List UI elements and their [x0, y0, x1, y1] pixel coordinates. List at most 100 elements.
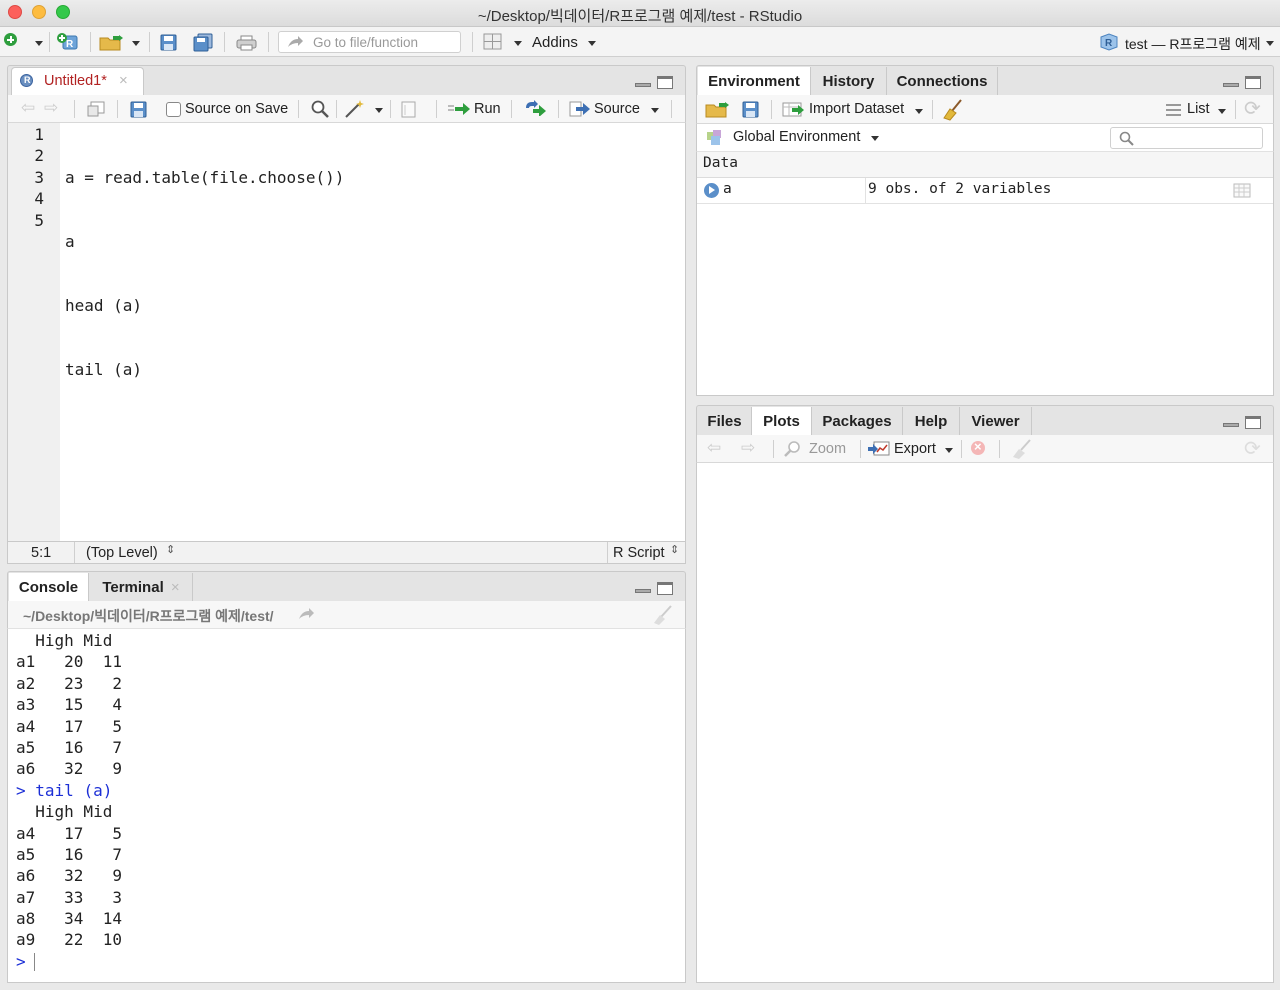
minimize-pane-icon[interactable]: [635, 83, 651, 87]
env-search-input[interactable]: [1110, 127, 1263, 149]
console-output-line: a5 16 7: [16, 844, 122, 864]
rerun-icon[interactable]: [524, 100, 548, 117]
env-scope-bar: Global Environment: [696, 124, 1274, 152]
tab-packages[interactable]: Packages: [812, 407, 903, 435]
text-cursor: [33, 953, 35, 972]
console-lines: High Mid a1 20 11 a2 23 2 a3 15 4 a4 17 5 a5 …: [16, 630, 122, 972]
tab-connections-label: Connections: [896, 73, 988, 90]
minimize-console-icon[interactable]: [635, 589, 651, 593]
source-arrow-icon[interactable]: [569, 101, 591, 117]
minimize-files-icon[interactable]: [1223, 423, 1239, 427]
expand-row-icon[interactable]: [704, 183, 719, 198]
console-command-text: tail (a): [35, 780, 113, 800]
new-file-dropdown-icon[interactable]: [35, 41, 43, 46]
addins-dropdown-icon[interactable]: [588, 41, 596, 46]
new-project-icon[interactable]: R: [57, 33, 78, 50]
maximize-pane-icon[interactable]: [657, 76, 673, 89]
console-input-line[interactable]: >: [16, 951, 122, 972]
minimize-env-icon[interactable]: [1223, 83, 1239, 87]
goto-file-input[interactable]: Go to file/function: [278, 31, 461, 53]
import-dataset-icon[interactable]: [782, 102, 806, 117]
tab-terminal[interactable]: Terminal ×: [90, 573, 193, 601]
show-in-window-icon[interactable]: [87, 101, 105, 117]
env-table: Data a 9 obs. of 2 variables: [696, 152, 1274, 396]
clear-env-broom-icon[interactable]: [942, 99, 964, 121]
tab-console[interactable]: Console: [9, 573, 89, 602]
search-icon[interactable]: [311, 100, 329, 118]
tab-help[interactable]: Help: [903, 407, 960, 435]
refresh-env-icon[interactable]: ⟳: [1244, 96, 1261, 121]
export-dropdown-icon[interactable]: [945, 448, 953, 453]
import-dataset-button[interactable]: Import Dataset: [809, 101, 904, 117]
new-file-icon[interactable]: [4, 33, 17, 46]
print-icon[interactable]: [236, 35, 257, 51]
project-dropdown-icon[interactable]: [1266, 41, 1274, 46]
run-button[interactable]: Run: [474, 101, 501, 117]
maximize-env-icon[interactable]: [1245, 76, 1261, 89]
forward-arrow-icon[interactable]: ⇨: [44, 98, 58, 118]
compile-report-icon[interactable]: [401, 101, 416, 118]
load-workspace-icon[interactable]: [705, 101, 729, 118]
global-env-dropdown-icon[interactable]: [871, 136, 879, 141]
export-button[interactable]: Export: [894, 441, 936, 457]
export-icon[interactable]: [868, 441, 890, 457]
line-number: 2: [34, 146, 44, 166]
list-view-dropdown-icon[interactable]: [1218, 109, 1226, 114]
previous-plot-icon[interactable]: ⇦: [707, 438, 721, 458]
env-tabbar: Environment History Connections: [696, 65, 1274, 96]
file-type-selector[interactable]: R Script: [613, 545, 665, 561]
clear-plots-broom-icon[interactable]: [1011, 439, 1033, 459]
open-recent-dropdown-icon[interactable]: [132, 41, 140, 46]
zoom-button[interactable]: Zoom: [809, 441, 846, 457]
open-folder-icon[interactable]: [99, 34, 123, 51]
tab-connections[interactable]: Connections: [887, 67, 998, 95]
save-file-icon[interactable]: [130, 101, 147, 118]
list-view-selector[interactable]: List: [1187, 101, 1210, 117]
next-plot-icon[interactable]: ⇨: [741, 438, 755, 458]
save-icon[interactable]: [160, 34, 177, 51]
code-tools-dropdown-icon[interactable]: [375, 108, 383, 113]
env-row[interactable]: a 9 obs. of 2 variables: [697, 178, 1273, 204]
tab-history[interactable]: History: [811, 67, 887, 95]
main-toolbar: R Go to file/function Addins R test — R프…: [0, 27, 1280, 57]
source-dropdown-icon[interactable]: [651, 108, 659, 113]
tab-untitled1[interactable]: R Untitled1* ×: [11, 67, 144, 96]
r-file-icon: R: [20, 74, 33, 87]
source-on-save-checkbox[interactable]: [166, 102, 181, 117]
save-all-icon[interactable]: [193, 33, 213, 52]
pane-layout-icon[interactable]: [483, 33, 502, 50]
tab-environment[interactable]: Environment: [698, 67, 811, 96]
scope-selector[interactable]: (Top Level): [86, 545, 158, 561]
code-editor[interactable]: 1 2 3 4 5 a = read.table(file.choose()) …: [7, 123, 686, 541]
maximize-console-icon[interactable]: [657, 582, 673, 595]
tab-files[interactable]: Files: [698, 407, 752, 435]
run-arrow-icon[interactable]: [448, 102, 472, 116]
view-data-grid-icon[interactable]: [1233, 183, 1251, 198]
code-tools-wand-icon[interactable]: [344, 99, 366, 119]
import-dataset-dropdown-icon[interactable]: [915, 109, 923, 114]
save-workspace-icon[interactable]: [742, 101, 759, 118]
tab-packages-label: Packages: [822, 413, 892, 430]
addins-menu[interactable]: Addins: [532, 34, 578, 51]
list-view-icon: [1166, 103, 1181, 116]
svg-text:R: R: [66, 39, 74, 50]
remove-plot-icon[interactable]: ×: [971, 439, 985, 455]
tab-plots[interactable]: Plots: [752, 407, 812, 436]
close-terminal-icon[interactable]: ×: [171, 579, 180, 596]
clear-console-broom-icon[interactable]: [651, 605, 675, 625]
line-number: 3: [34, 167, 44, 187]
back-arrow-icon[interactable]: ⇦: [21, 98, 35, 118]
project-menu[interactable]: test — R프로그램 예제: [1125, 34, 1261, 54]
console-output-line: High Mid: [16, 631, 113, 650]
global-env-selector[interactable]: Global Environment: [733, 129, 860, 145]
tab-viewer[interactable]: Viewer: [960, 407, 1032, 435]
maximize-files-icon[interactable]: [1245, 416, 1261, 429]
pane-layout-dropdown-icon[interactable]: [514, 41, 522, 46]
close-tab-icon[interactable]: ×: [119, 72, 128, 89]
goto-dir-icon[interactable]: [298, 607, 314, 621]
refresh-plot-icon[interactable]: ⟳: [1244, 436, 1261, 461]
source-button[interactable]: Source: [594, 101, 640, 117]
console-output[interactable]: High Mid a1 20 11 a2 23 2 a3 15 4 a4 17 5 a5 …: [7, 629, 686, 983]
zoom-icon[interactable]: [783, 440, 801, 458]
